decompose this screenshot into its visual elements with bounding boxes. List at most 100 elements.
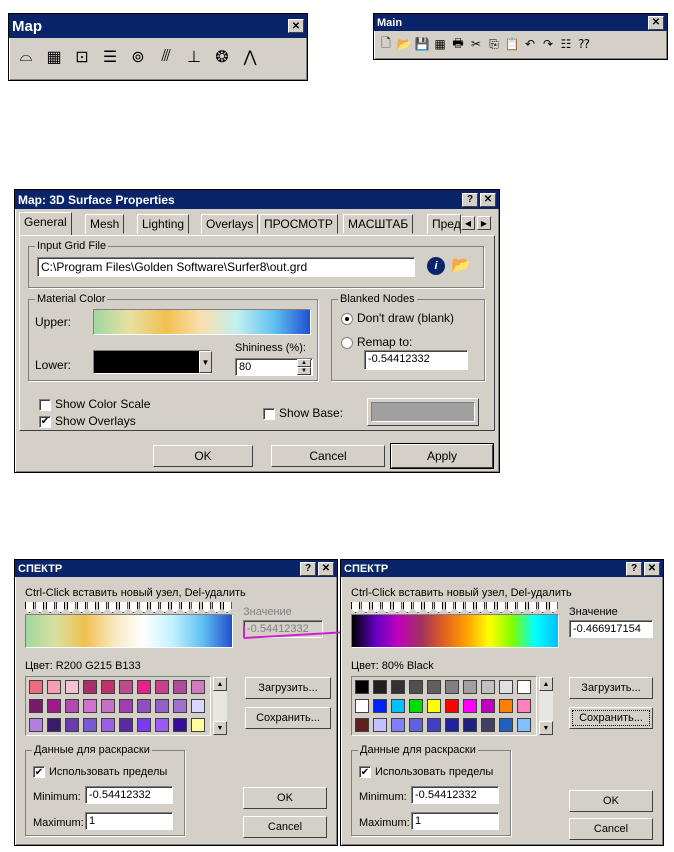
- tab-overlays[interactable]: Overlays: [201, 214, 259, 234]
- main-toolbar-icon-1[interactable]: 📂: [396, 35, 412, 53]
- map-outline-icon[interactable]: ⌓: [15, 46, 37, 68]
- node-marker-icon[interactable]: [66, 602, 76, 613]
- color-swatch[interactable]: [173, 680, 187, 694]
- color-swatch[interactable]: [137, 680, 151, 694]
- node-marker-icon[interactable]: [475, 602, 485, 613]
- lines-icon[interactable]: ⫻: [155, 46, 177, 68]
- load-button[interactable]: Загрузить...: [245, 677, 331, 699]
- grid-path-field[interactable]: C:\Program Files\Golden Software\Surfer8…: [37, 257, 415, 277]
- node-marker-icon[interactable]: [517, 602, 527, 613]
- color-swatch[interactable]: [119, 680, 133, 694]
- color-swatch[interactable]: [463, 699, 477, 713]
- apply-button[interactable]: Apply: [390, 443, 494, 469]
- node-marker-icon[interactable]: [486, 602, 496, 613]
- tab-lighting[interactable]: Lighting: [137, 214, 190, 234]
- color-swatch[interactable]: [191, 680, 205, 694]
- node-marker-icon[interactable]: [423, 602, 433, 613]
- help-icon[interactable]: ?: [626, 561, 642, 576]
- color-swatch[interactable]: [481, 718, 495, 732]
- scroll-up-icon[interactable]: ▲: [539, 677, 553, 691]
- color-swatch[interactable]: [445, 699, 459, 713]
- color-swatch[interactable]: [101, 699, 115, 713]
- node-marker-icon[interactable]: [35, 602, 45, 613]
- color-swatch[interactable]: [101, 680, 115, 694]
- main-toolbar-icon-6[interactable]: ⎘: [486, 35, 502, 53]
- color-swatch[interactable]: [83, 718, 97, 732]
- cancel-button[interactable]: Cancel: [569, 818, 653, 840]
- color-swatch[interactable]: [65, 699, 79, 713]
- value-field[interactable]: -0.466917154: [569, 620, 653, 638]
- color-swatch[interactable]: [47, 680, 61, 694]
- node-marker-icon[interactable]: [139, 602, 149, 613]
- node-marker-icon[interactable]: [25, 602, 34, 613]
- tab-scroll-right-icon[interactable]: ▶: [477, 216, 491, 230]
- color-swatch[interactable]: [517, 680, 531, 694]
- grid-icon[interactable]: ▦: [43, 46, 65, 68]
- ok-button[interactable]: OK: [153, 445, 253, 467]
- node-marker-icon[interactable]: [108, 602, 118, 613]
- color-swatch[interactable]: [391, 680, 405, 694]
- maximum-field[interactable]: 1: [411, 812, 499, 830]
- color-swatch[interactable]: [155, 718, 169, 732]
- tab-scale[interactable]: МАСШТАБ: [343, 214, 414, 234]
- node-markers[interactable]: [351, 602, 559, 614]
- scroll-up-icon[interactable]: ▲: [213, 677, 227, 691]
- scroll-down-icon[interactable]: ▼: [213, 721, 227, 735]
- help-icon[interactable]: ?: [300, 561, 316, 576]
- scrollbar-track[interactable]: [213, 691, 227, 721]
- color-swatch[interactable]: [391, 699, 405, 713]
- node-marker-icon[interactable]: [455, 602, 464, 613]
- node-marker-icon[interactable]: [181, 602, 190, 613]
- color-swatch[interactable]: [517, 699, 531, 713]
- main-toolbar-icon-2[interactable]: 💾: [414, 35, 430, 53]
- remap-field[interactable]: -0.54412332: [364, 350, 468, 370]
- main-toolbar-icon-4[interactable]: 🖶: [450, 35, 466, 53]
- chevron-down-icon[interactable]: ▼: [199, 351, 212, 373]
- color-swatch[interactable]: [445, 680, 459, 694]
- node-marker-icon[interactable]: [496, 602, 506, 613]
- use-limits-checkbox[interactable]: ✔ Использовать пределы: [33, 766, 167, 779]
- color-swatch[interactable]: [173, 718, 187, 732]
- close-icon[interactable]: ✕: [288, 19, 304, 33]
- color-swatch[interactable]: [355, 699, 369, 713]
- color-swatch[interactable]: [481, 680, 495, 694]
- color-swatch[interactable]: [355, 680, 369, 694]
- color-swatch[interactable]: [29, 680, 43, 694]
- show-overlays-checkbox[interactable]: ✔ Show Overlays: [39, 414, 136, 428]
- close-icon[interactable]: ✕: [644, 561, 660, 576]
- scrollbar-track[interactable]: [539, 691, 553, 721]
- maximum-field[interactable]: 1: [85, 812, 173, 830]
- node-marker-icon[interactable]: [129, 602, 138, 613]
- color-swatch[interactable]: [191, 718, 205, 732]
- color-swatch[interactable]: [391, 718, 405, 732]
- main-toolbar-icon-10[interactable]: ☷: [558, 35, 574, 53]
- upper-color-gradient[interactable]: [93, 309, 311, 335]
- node-marker-icon[interactable]: [56, 602, 66, 613]
- radio-remap[interactable]: Remap to:: [341, 335, 412, 349]
- color-swatch[interactable]: [409, 699, 423, 713]
- base-color-button[interactable]: [367, 398, 479, 426]
- color-swatch[interactable]: [65, 680, 79, 694]
- main-toolbar-icon-11[interactable]: ⁇: [576, 35, 592, 53]
- color-swatch[interactable]: [191, 699, 205, 713]
- color-swatch[interactable]: [355, 718, 369, 732]
- node-marker-icon[interactable]: [191, 602, 201, 613]
- node-marker-icon[interactable]: [507, 602, 516, 613]
- node-marker-icon[interactable]: [434, 602, 444, 613]
- camera-icon[interactable]: ⊚: [127, 46, 149, 68]
- node-marker-icon[interactable]: [212, 602, 222, 613]
- node-marker-icon[interactable]: [361, 602, 371, 613]
- color-swatch[interactable]: [427, 699, 441, 713]
- color-swatch[interactable]: [463, 718, 477, 732]
- color-swatch[interactable]: [373, 699, 387, 713]
- tab-more[interactable]: Пред: [427, 214, 461, 234]
- node-marker-icon[interactable]: [392, 602, 402, 613]
- minimum-field[interactable]: -0.54412332: [85, 786, 173, 804]
- tab-mesh[interactable]: Mesh: [85, 214, 125, 234]
- node-marker-icon[interactable]: [160, 602, 170, 613]
- help-icon[interactable]: ?: [462, 192, 478, 207]
- node-marker-icon[interactable]: [170, 602, 180, 613]
- scroll-down-icon[interactable]: ▼: [539, 721, 553, 735]
- info-icon[interactable]: i: [427, 257, 445, 275]
- node-marker-icon[interactable]: [371, 602, 381, 613]
